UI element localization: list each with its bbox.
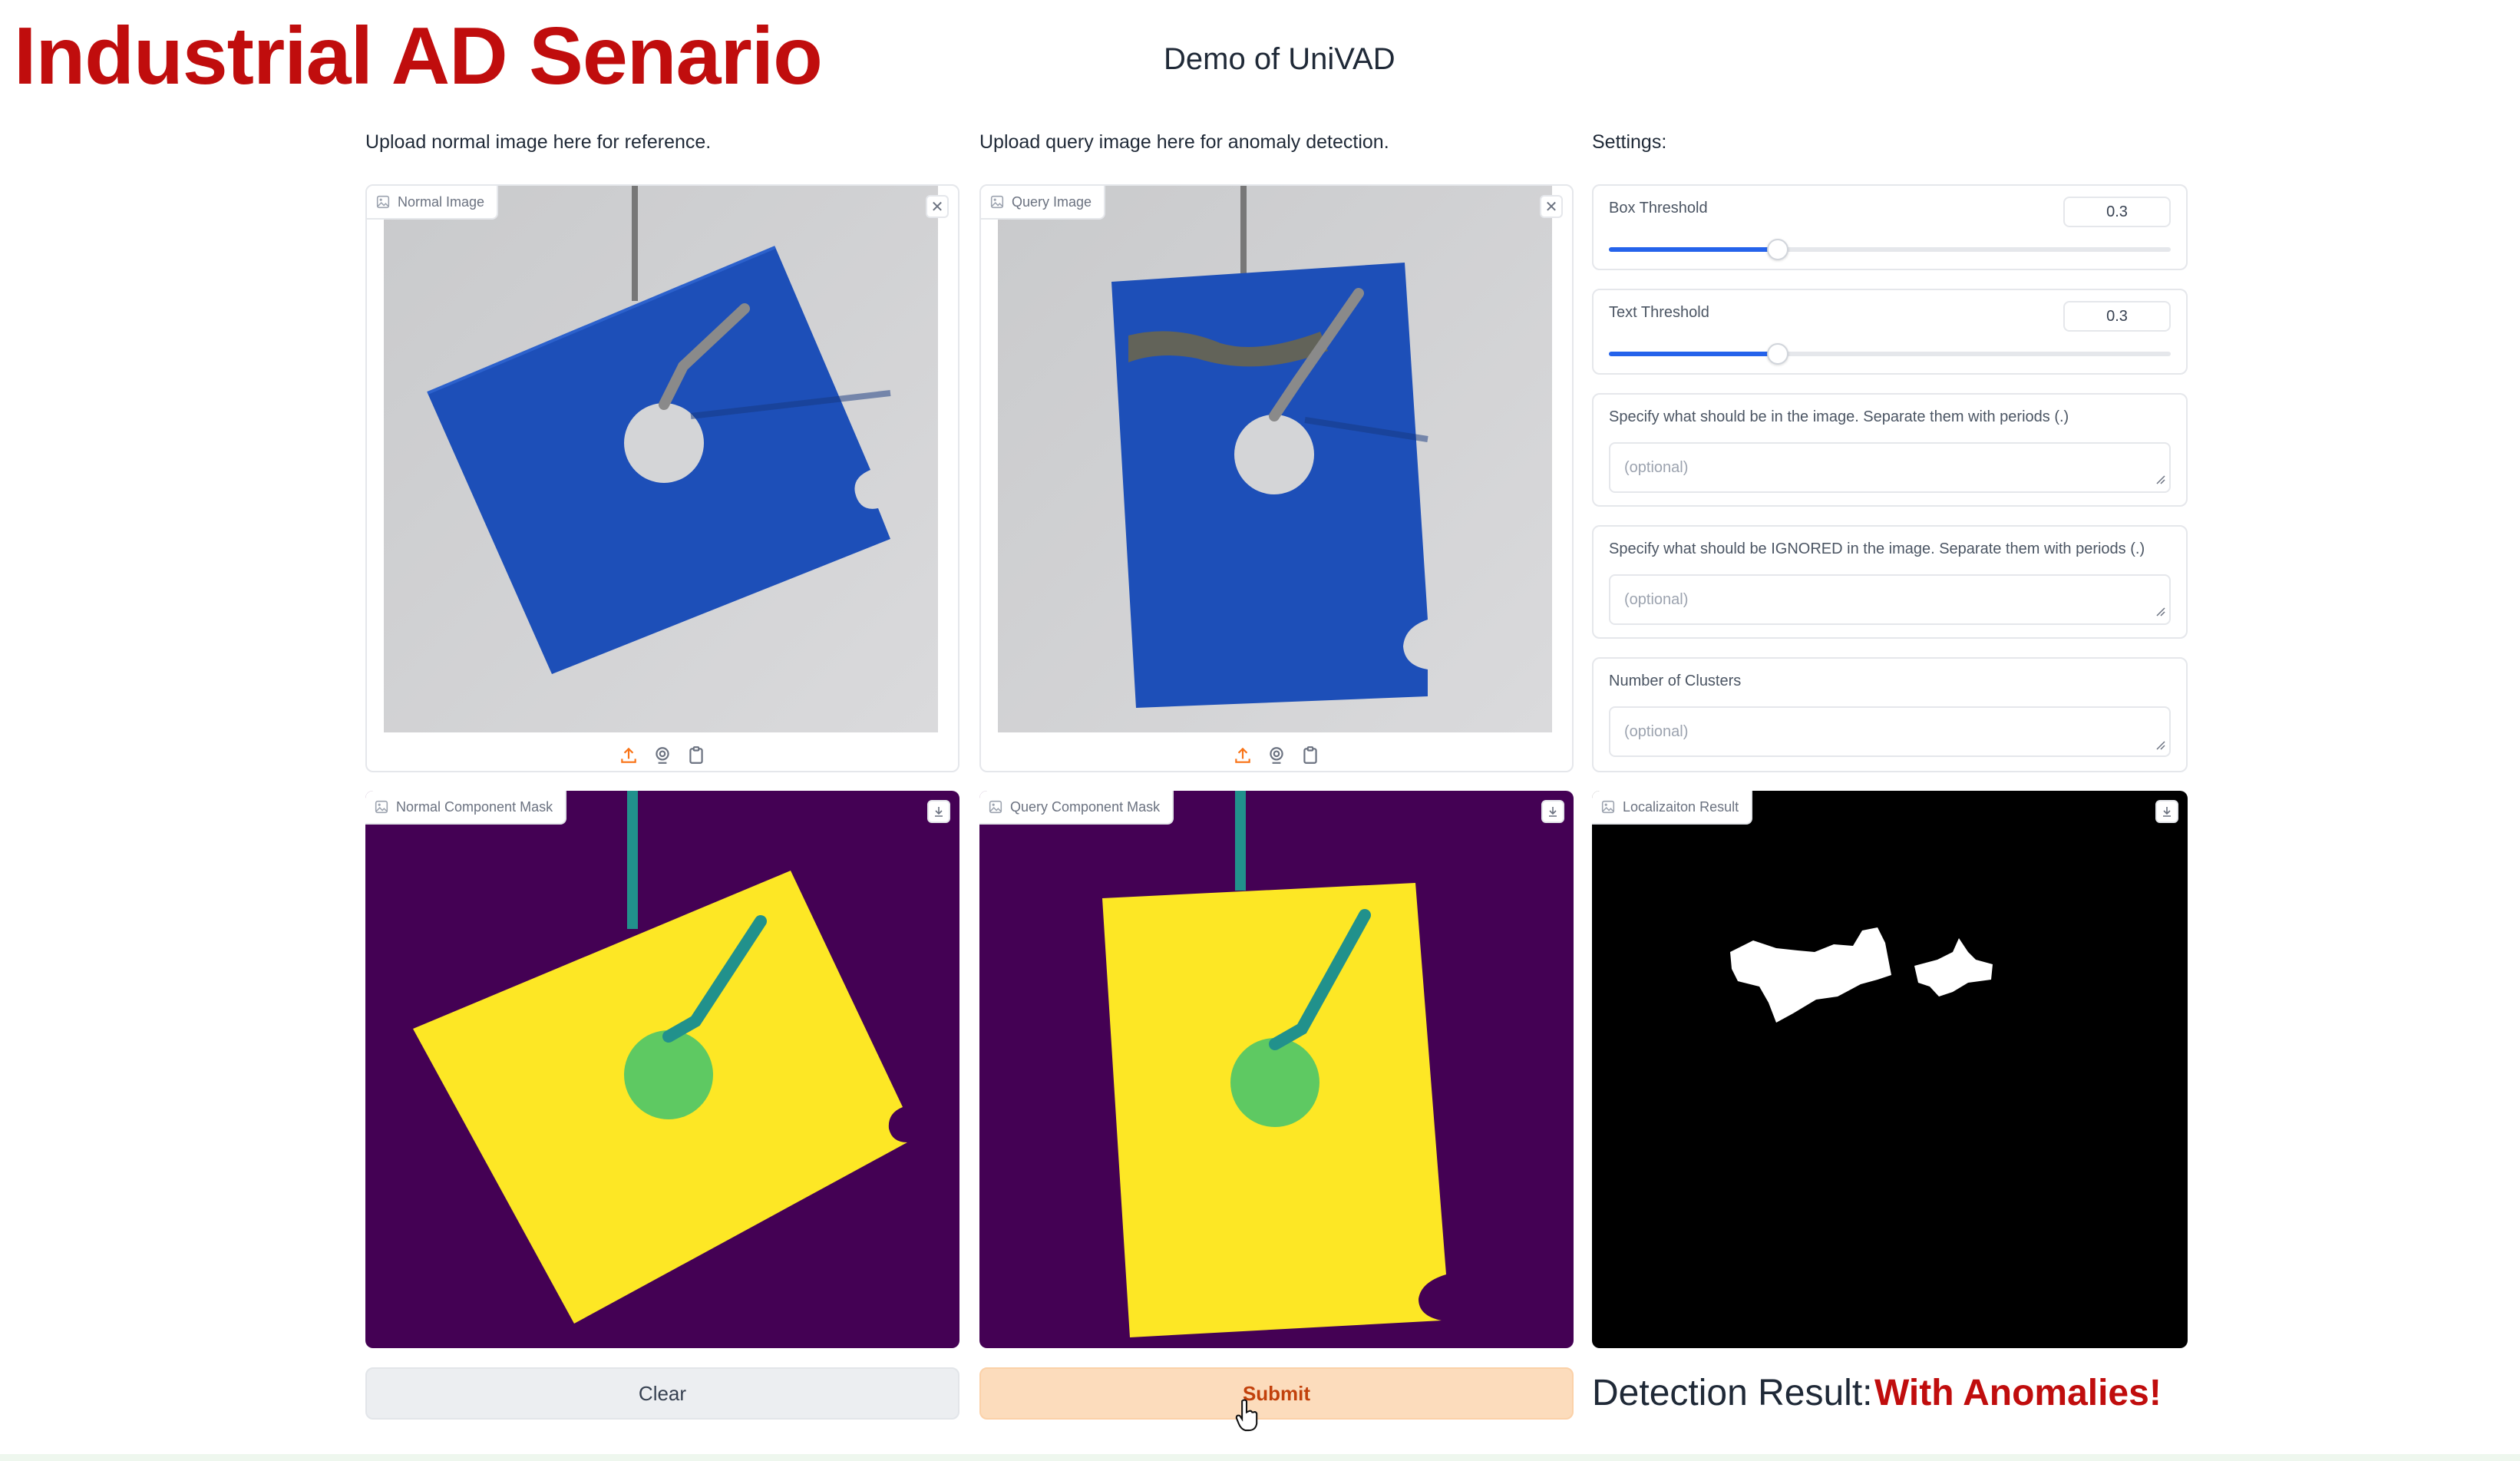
settings-heading: Settings: [1592,131,1667,153]
normal-image-preview [384,186,938,732]
image-icon [989,800,1002,814]
query-heading: Upload query image here for anomaly dete… [979,131,1389,153]
image-icon [375,800,388,814]
text-threshold-card: Text Threshold 0.3 [1592,289,2188,375]
download-icon[interactable] [927,800,950,823]
app-title: Demo of UniVAD [1164,42,1395,76]
clear-button[interactable]: Clear [365,1367,959,1420]
normal-mask-image [365,791,959,1348]
query-mask-label: Query Component Mask [979,791,1174,825]
localization-panel: Localizaiton Result [1592,791,2188,1348]
box-threshold-thumb[interactable] [1766,239,1788,260]
download-icon[interactable] [1541,800,1564,823]
text-threshold-label: Text Threshold [1609,304,1709,321]
normal-mask-label: Normal Component Mask [365,791,567,825]
query-mask-image [979,791,1574,1348]
query-image-label: Query Image [981,186,1106,220]
webcam-icon[interactable] [1266,745,1287,766]
webcam-icon[interactable] [652,745,673,766]
clipboard-icon[interactable] [685,745,707,766]
query-mask-label-text: Query Component Mask [1010,798,1161,815]
ignore-label: Specify what should be IGNORED in the im… [1609,540,2145,557]
detection-result-label: Detection Result: [1592,1373,1873,1413]
upload-icon[interactable] [618,745,639,766]
normal-mask-panel: Normal Component Mask [365,791,959,1348]
submit-button[interactable]: Submit [979,1367,1574,1420]
include-label: Specify what should be in the image. Sep… [1609,408,2069,425]
text-threshold-thumb[interactable] [1766,343,1788,365]
ignore-card: Specify what should be IGNORED in the im… [1592,525,2188,639]
normal-image-panel[interactable]: Normal Image ✕ [365,184,959,772]
localization-label-text: Localizaiton Result [1623,798,1739,815]
close-icon[interactable]: ✕ [1540,195,1563,218]
normal-image-label-text: Normal Image [398,193,485,210]
clipboard-icon[interactable] [1300,745,1321,766]
localization-image [1592,791,2188,1348]
clusters-input[interactable]: (optional) [1609,706,2171,757]
box-threshold-slider[interactable] [1609,239,2171,260]
include-input[interactable]: (optional) [1609,442,2171,493]
bottom-divider [0,1454,2520,1461]
normal-image-toolbar [367,739,958,771]
text-threshold-input[interactable]: 0.3 [2063,301,2171,332]
box-threshold-label: Box Threshold [1609,200,1708,217]
upload-icon[interactable] [1232,745,1253,766]
download-icon[interactable] [2155,800,2178,823]
include-card: Specify what should be in the image. Sep… [1592,393,2188,507]
hand-cursor-icon [1235,1399,1258,1432]
resize-grip-icon[interactable] [2155,740,2166,751]
resize-grip-icon[interactable] [2155,607,2166,617]
text-threshold-fill [1609,352,1778,356]
image-icon [1601,800,1615,814]
image-icon [990,195,1004,209]
box-threshold-fill [1609,247,1778,252]
detection-result-value: With Anomalies! [1874,1373,2162,1413]
query-mask-panel: Query Component Mask [979,791,1574,1348]
image-icon [376,195,390,209]
box-threshold-card: Box Threshold 0.3 [1592,184,2188,270]
close-icon[interactable]: ✕ [926,195,949,218]
clusters-card: Number of Clusters (optional) [1592,657,2188,772]
localization-label: Localizaiton Result [1592,791,1753,825]
slide-title: Industrial AD Senario [14,11,823,101]
box-threshold-input[interactable]: 0.3 [2063,197,2171,227]
normal-image-label: Normal Image [367,186,499,220]
query-image-label-text: Query Image [1012,193,1092,210]
text-threshold-slider[interactable] [1609,343,2171,365]
resize-grip-icon[interactable] [2155,474,2166,485]
normal-mask-label-text: Normal Component Mask [396,798,553,815]
query-image-panel[interactable]: Query Image ✕ [979,184,1574,772]
query-image-preview [998,186,1552,732]
reference-heading: Upload normal image here for reference. [365,131,712,153]
clusters-label: Number of Clusters [1609,673,1742,689]
query-image-toolbar [981,739,1572,771]
ignore-input[interactable]: (optional) [1609,574,2171,625]
